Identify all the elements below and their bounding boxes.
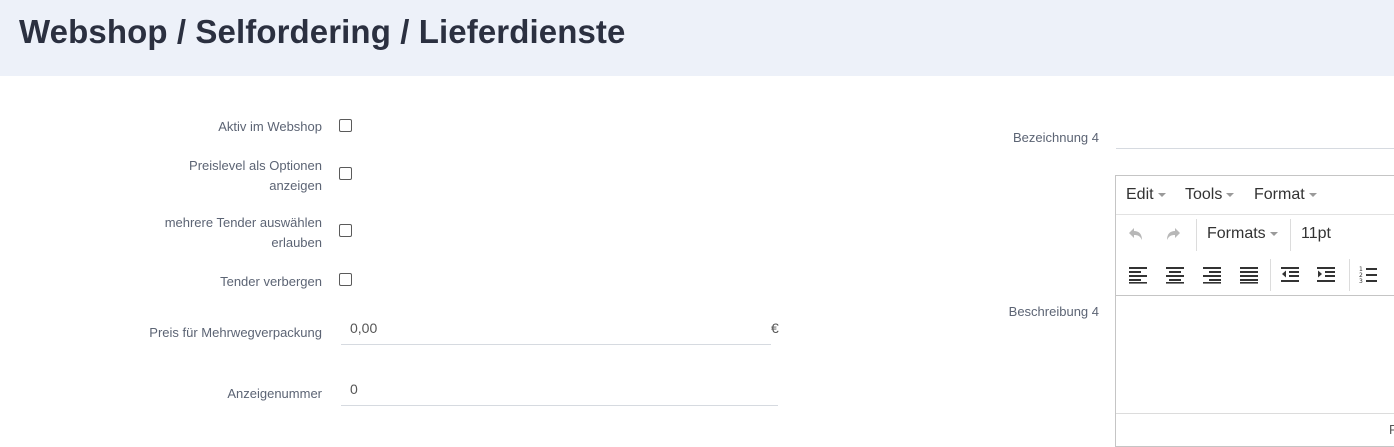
numbered-list-icon[interactable]: 123 xyxy=(1358,265,1380,285)
menu-tools-label: Tools xyxy=(1185,186,1223,203)
tender-hide-checkbox[interactable] xyxy=(339,273,352,286)
align-left-icon[interactable] xyxy=(1128,265,1150,285)
indent-icon[interactable] xyxy=(1316,265,1338,285)
redo-icon[interactable] xyxy=(1162,225,1184,245)
menu-format[interactable]: Format xyxy=(1254,186,1317,204)
preislevel-checkbox[interactable] xyxy=(339,167,352,180)
toolbar-separator xyxy=(1349,259,1350,291)
beschreibung-label: Beschreibung 4 xyxy=(1008,304,1099,319)
menu-edit[interactable]: Edit xyxy=(1126,186,1166,204)
menu-tools[interactable]: Tools xyxy=(1185,186,1235,204)
bezeichnung-label: Bezeichnung 4 xyxy=(1012,130,1099,145)
aktiv-checkbox[interactable] xyxy=(339,119,352,132)
toolbar-separator xyxy=(1270,259,1271,291)
editor-toolbar-row2: 123 xyxy=(1116,255,1394,296)
preis-label: Preis für Mehrwegverpackung xyxy=(149,325,322,340)
preislevel-label: Preislevel als Optionen anzeigen xyxy=(189,158,322,193)
preis-value: 0,00 xyxy=(350,320,378,336)
toolbar-separator xyxy=(1290,219,1291,251)
undo-icon[interactable] xyxy=(1125,225,1147,245)
tender-multi-label: mehrere Tender auswählen erlauben xyxy=(164,215,322,250)
outdent-icon[interactable] xyxy=(1280,265,1302,285)
font-size-select[interactable]: 11pt xyxy=(1301,225,1331,243)
menu-edit-label: Edit xyxy=(1126,186,1154,203)
bezeichnung-input[interactable] xyxy=(1116,148,1394,149)
editor-statusbar-divider xyxy=(1116,413,1394,414)
chevron-down-icon xyxy=(1308,192,1317,197)
editor-toolbar-row1: Formats 11pt xyxy=(1116,215,1394,255)
align-justify-icon[interactable] xyxy=(1239,265,1261,285)
align-right-icon[interactable] xyxy=(1202,265,1224,285)
page-header: Webshop / Selfordering / Lieferdienste xyxy=(0,0,1394,76)
anzeige-label: Anzeigenummer xyxy=(227,386,322,401)
anzeige-input[interactable]: 0 xyxy=(341,377,778,406)
page-title: Webshop / Selfordering / Lieferdienste xyxy=(19,13,626,50)
anzeige-value: 0 xyxy=(350,381,358,397)
preis-input[interactable]: 0,00 xyxy=(341,316,771,345)
menu-format-label: Format xyxy=(1254,186,1305,203)
tender-hide-label: Tender verbergen xyxy=(220,274,322,289)
chevron-down-icon xyxy=(1157,192,1166,197)
formats-label: Formats xyxy=(1207,225,1266,242)
rich-text-editor[interactable]: Edit Tools Format Formats 11pt 1 2 3 F xyxy=(1115,175,1394,447)
chevron-down-icon xyxy=(1269,231,1278,236)
formats-dropdown[interactable]: Formats xyxy=(1207,225,1278,243)
svg-text:3: 3 xyxy=(1359,278,1363,285)
currency-unit: € xyxy=(771,320,779,336)
toolbar-separator xyxy=(1196,219,1197,251)
tender-multi-checkbox[interactable] xyxy=(339,224,352,237)
chevron-down-icon xyxy=(1226,192,1235,197)
aktiv-label: Aktiv im Webshop xyxy=(218,119,322,134)
editor-menubar: Edit Tools Format xyxy=(1116,176,1394,215)
align-center-icon[interactable] xyxy=(1165,265,1187,285)
